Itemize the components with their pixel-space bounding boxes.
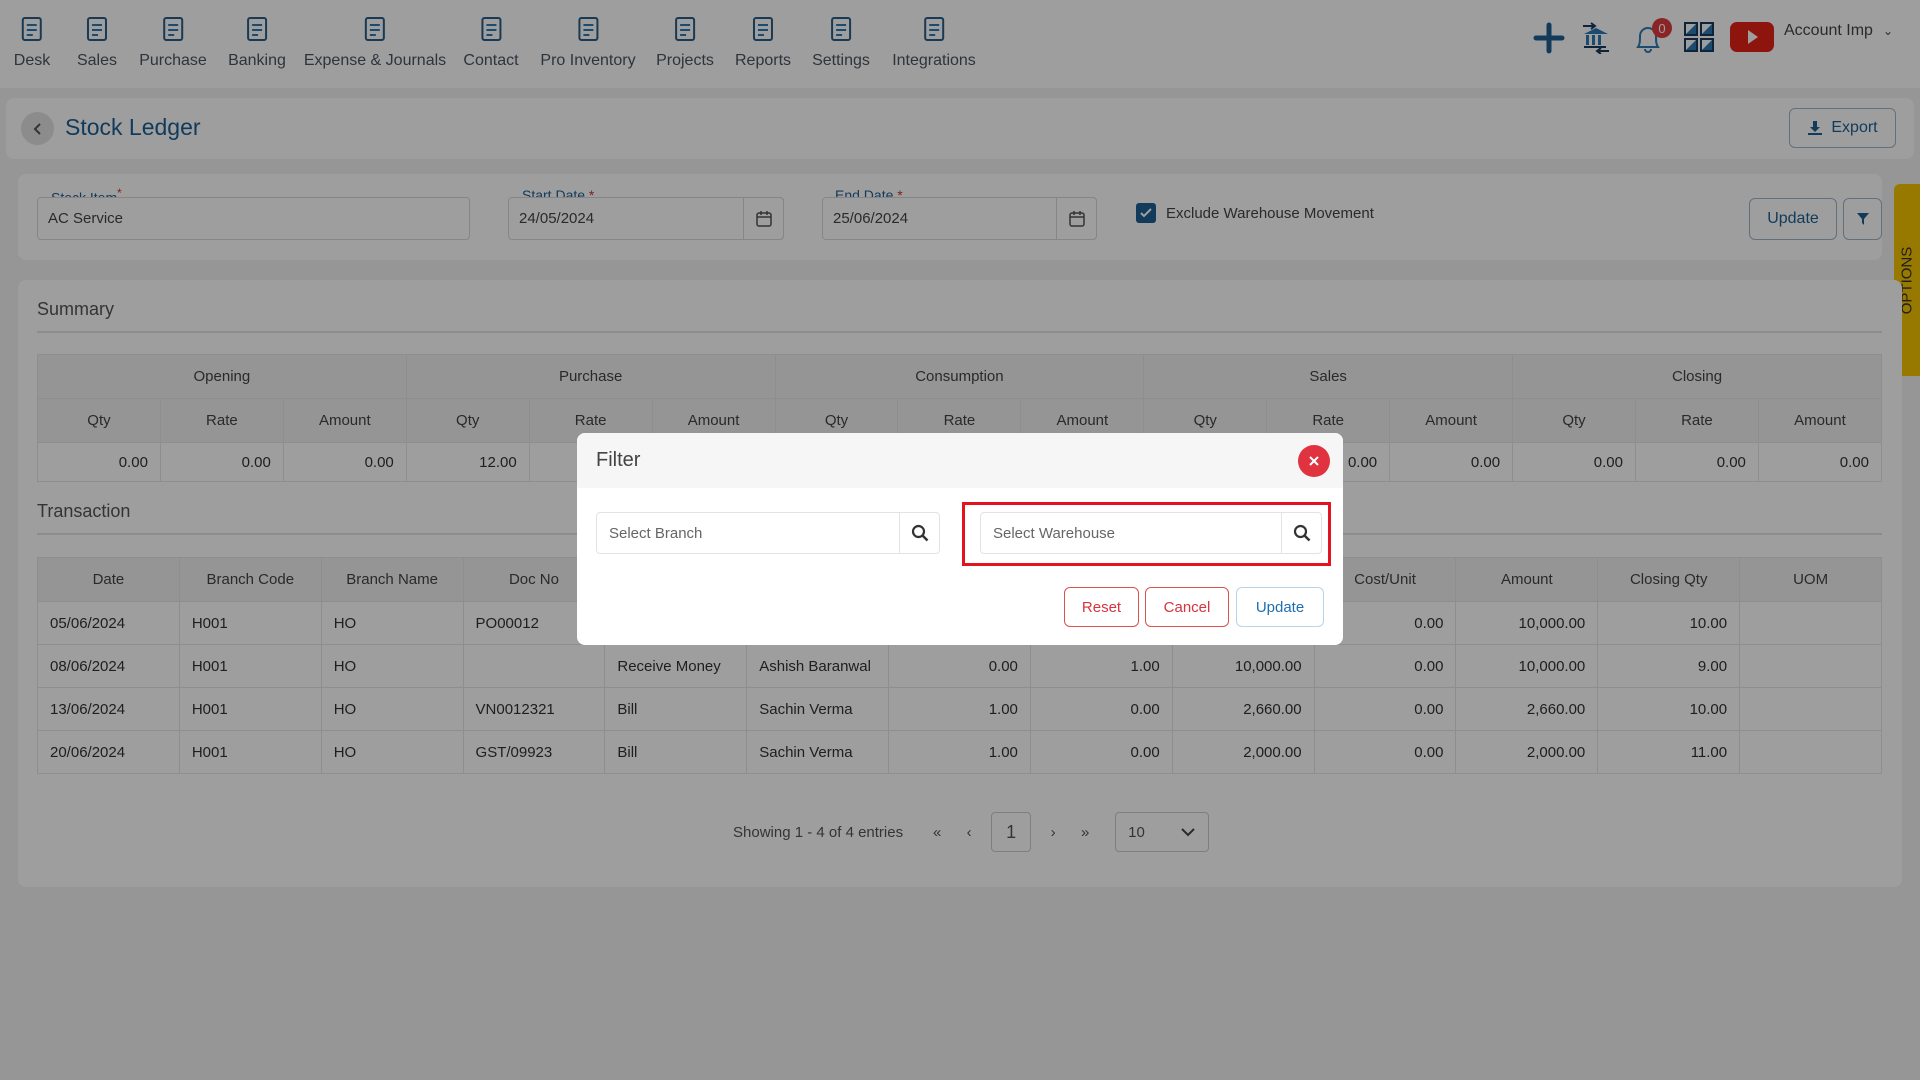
- search-icon: [1293, 524, 1310, 542]
- modal-header: Filter: [577, 433, 1343, 488]
- warehouse-search-input[interactable]: Select Warehouse: [980, 512, 1322, 554]
- cancel-button[interactable]: Cancel: [1145, 587, 1229, 627]
- search-icon: [911, 524, 928, 542]
- modal-update-button[interactable]: Update: [1236, 587, 1324, 627]
- close-button[interactable]: [1298, 445, 1330, 477]
- modal-title: Filter: [596, 449, 641, 471]
- filter-modal: Filter Select Branch Select Warehouse Re…: [577, 433, 1343, 645]
- branch-search-input[interactable]: Select Branch: [596, 512, 940, 554]
- branch-search-button[interactable]: [899, 513, 939, 553]
- warehouse-placeholder: Select Warehouse: [993, 524, 1116, 542]
- close-icon: [1309, 456, 1319, 466]
- reset-button[interactable]: Reset: [1064, 587, 1139, 627]
- branch-placeholder: Select Branch: [609, 524, 703, 542]
- warehouse-search-button[interactable]: [1281, 513, 1321, 553]
